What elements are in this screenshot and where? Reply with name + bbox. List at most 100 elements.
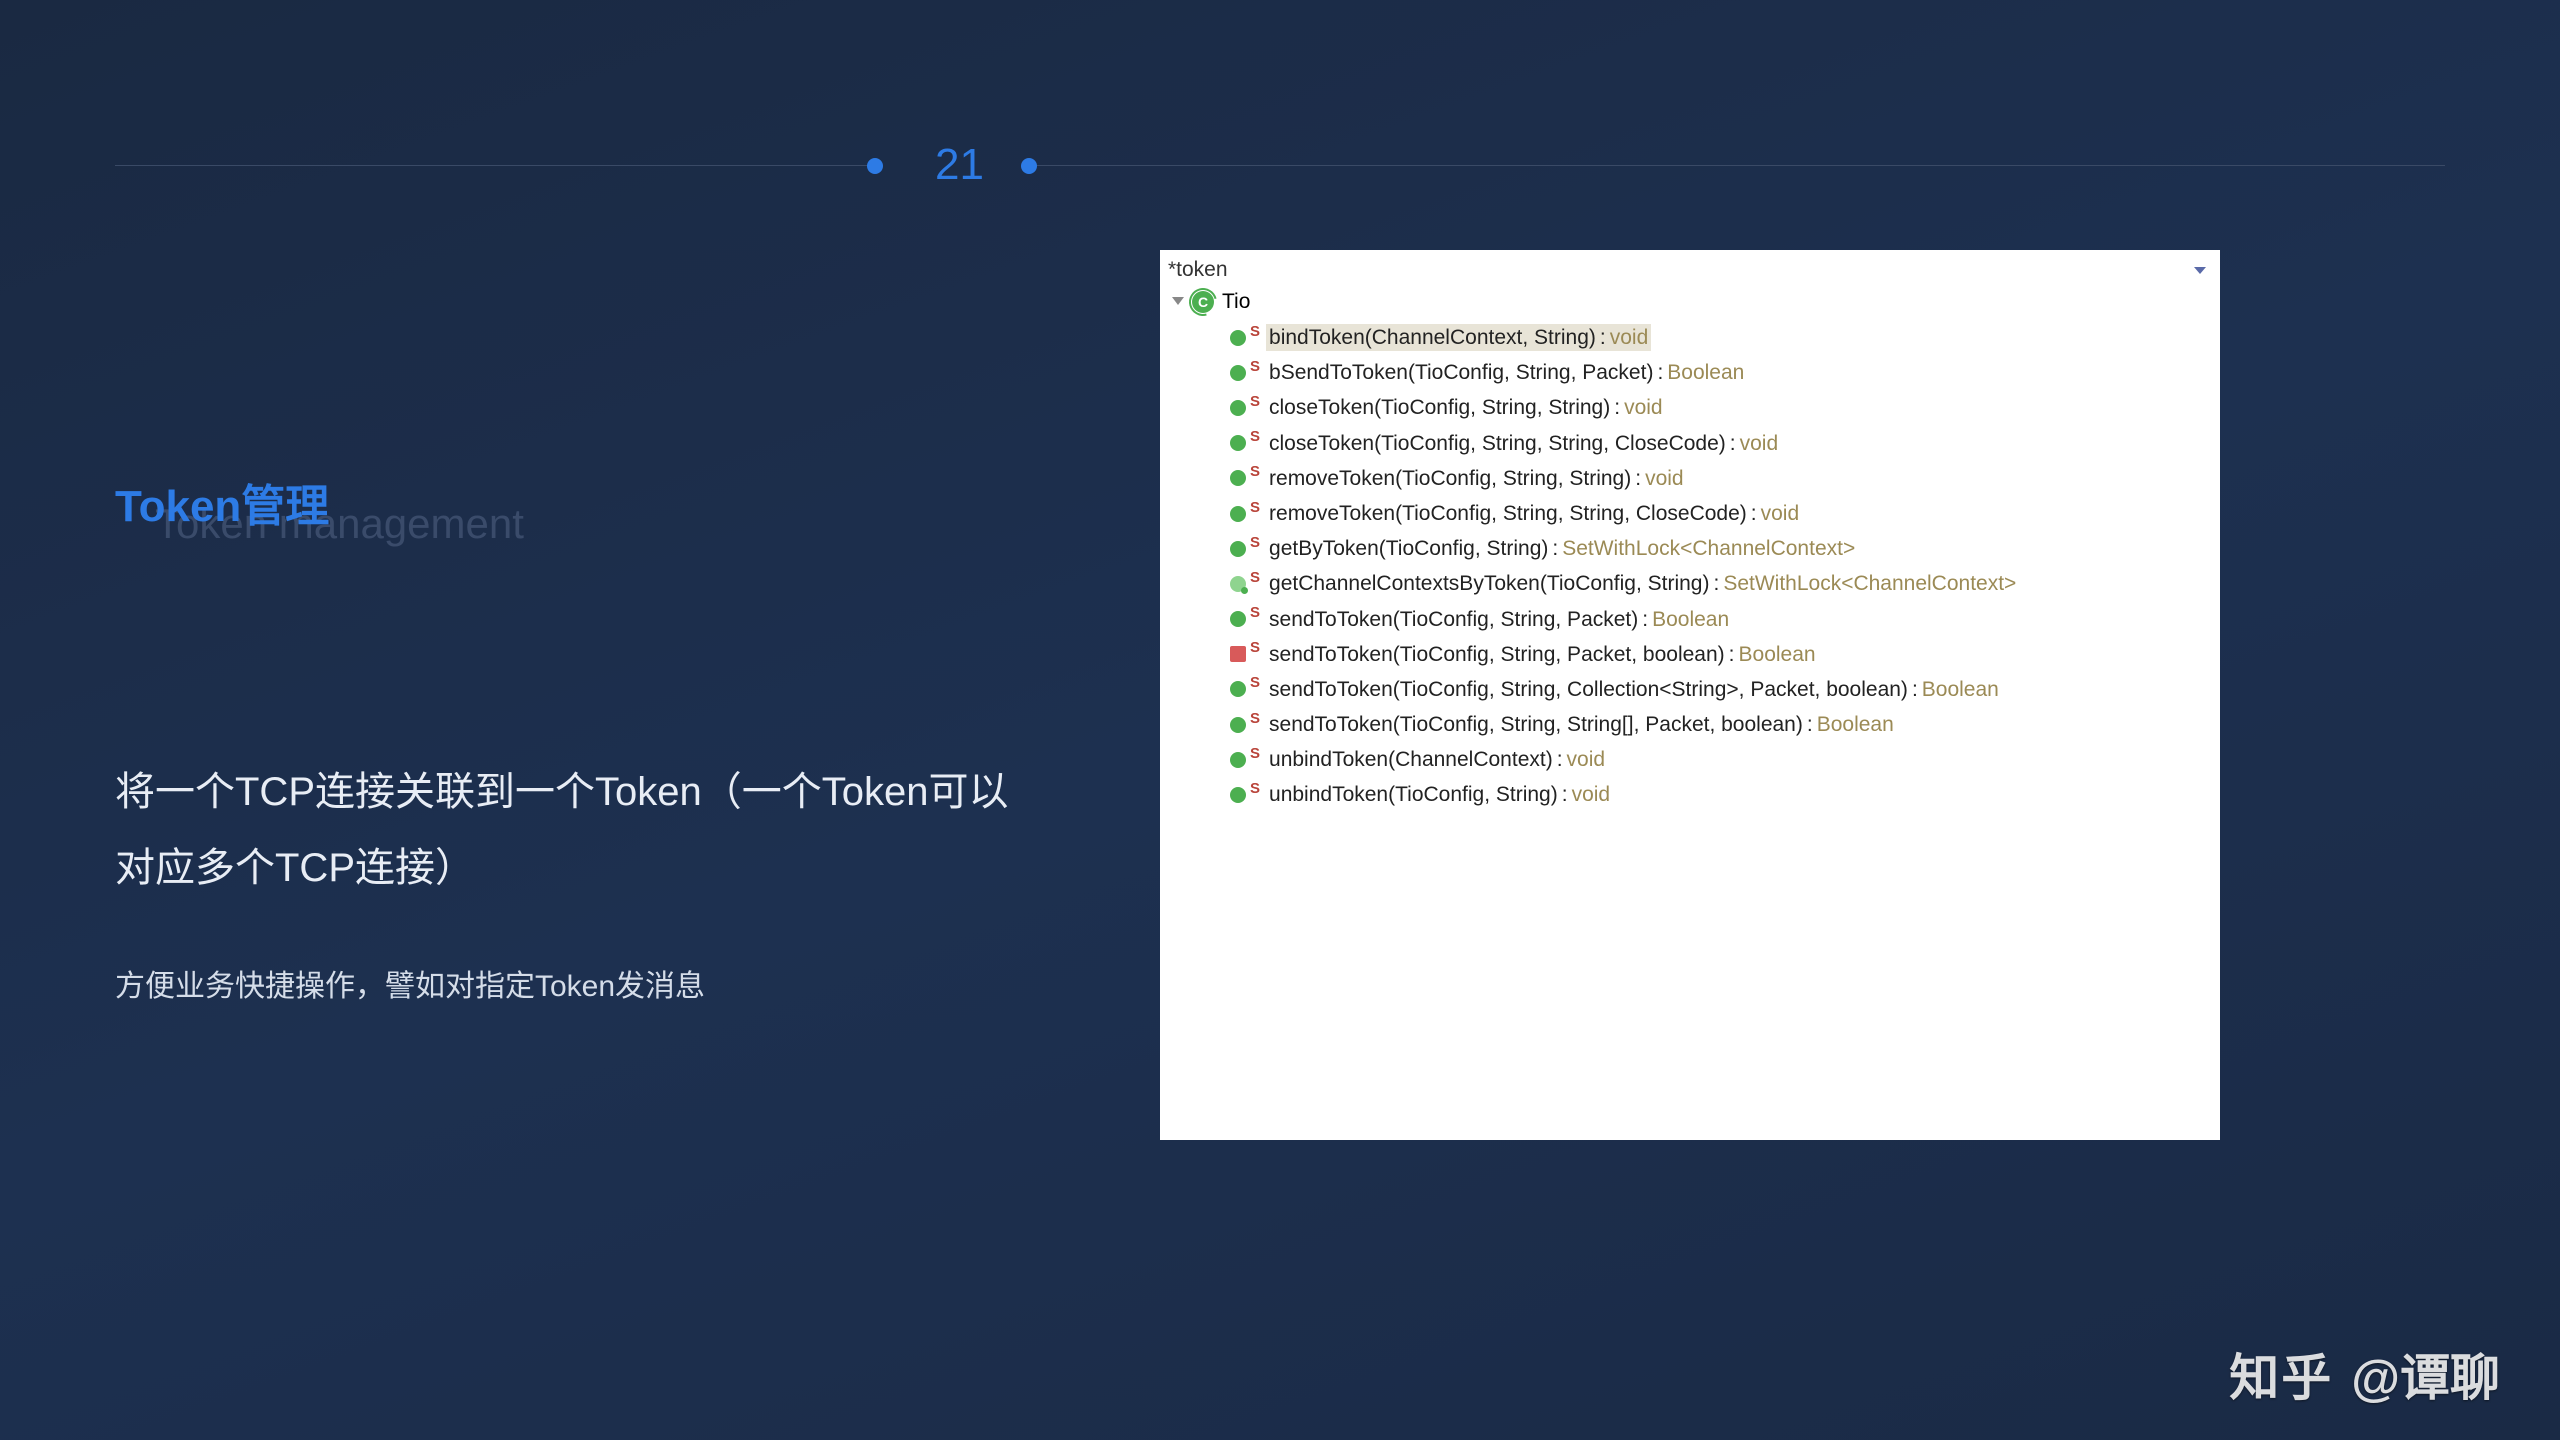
- static-marker-icon: S: [1250, 604, 1260, 622]
- title-main: Token管理: [115, 470, 1015, 534]
- description-primary: 将一个TCP连接关联到一个Token（一个Token可以对应多个TCP连接）: [115, 754, 1015, 906]
- method-row[interactable]: SunbindToken(ChannelContext):void: [1230, 742, 2220, 777]
- method-public-icon: [1230, 576, 1246, 592]
- method-signature: unbindToken(TioConfig, String): [1269, 783, 1558, 806]
- ide-filter-input[interactable]: *token: [1168, 258, 2194, 282]
- method-public-icon: [1230, 787, 1246, 803]
- method-public-icon: [1230, 611, 1246, 627]
- method-signature-wrap: bSendToToken(TioConfig, String, Packet):…: [1266, 359, 1747, 386]
- method-signature-wrap: sendToToken(TioConfig, String, Packet, b…: [1266, 641, 1819, 668]
- method-row[interactable]: ScloseToken(TioConfig, String, String):v…: [1230, 390, 2220, 425]
- return-type: void: [1572, 783, 1611, 806]
- return-separator: :: [1653, 361, 1667, 384]
- method-public-icon: [1230, 330, 1246, 346]
- method-public-icon: [1230, 435, 1246, 451]
- method-row[interactable]: SremoveToken(TioConfig, String, String):…: [1230, 461, 2220, 496]
- method-public-icon: [1230, 717, 1246, 733]
- method-public-icon: [1230, 681, 1246, 697]
- return-separator: :: [1908, 678, 1922, 701]
- watermark: 知乎 @谭聊: [2229, 1338, 2500, 1410]
- method-signature-wrap: sendToToken(TioConfig, String, String[],…: [1266, 711, 1897, 738]
- method-signature: closeToken(TioConfig, String, String, Cl…: [1269, 432, 1726, 455]
- return-type: SetWithLock<ChannelContext>: [1562, 537, 1855, 560]
- static-marker-icon: S: [1250, 428, 1260, 446]
- method-public-icon: [1230, 365, 1246, 381]
- method-signature: closeToken(TioConfig, String, String): [1269, 396, 1610, 419]
- method-signature-wrap: removeToken(TioConfig, String, String):v…: [1266, 465, 1687, 492]
- method-list: SbindToken(ChannelContext, String):voidS…: [1160, 320, 2220, 813]
- return-type: Boolean: [1817, 713, 1894, 736]
- title-block: Token management Token管理: [115, 470, 1015, 534]
- static-marker-icon: S: [1250, 780, 1260, 798]
- method-signature: unbindToken(ChannelContext): [1269, 748, 1553, 771]
- return-separator: :: [1725, 643, 1739, 666]
- method-row[interactable]: SsendToToken(TioConfig, String, String[]…: [1230, 707, 2220, 742]
- method-signature-wrap: getChannelContextsByToken(TioConfig, Str…: [1266, 570, 2019, 597]
- return-separator: :: [1747, 502, 1761, 525]
- return-type: void: [1645, 467, 1684, 490]
- method-signature: sendToToken(TioConfig, String, Collectio…: [1269, 678, 1908, 701]
- return-separator: :: [1558, 783, 1572, 806]
- method-signature: sendToToken(TioConfig, String, String[],…: [1269, 713, 1803, 736]
- static-marker-icon: S: [1250, 569, 1260, 587]
- return-separator: :: [1631, 467, 1645, 490]
- divider-left: [115, 165, 875, 166]
- method-signature-wrap: bindToken(ChannelContext, String):void: [1266, 324, 1651, 351]
- method-signature: getByToken(TioConfig, String): [1269, 537, 1548, 560]
- return-type: void: [1624, 396, 1663, 419]
- static-marker-icon: S: [1250, 358, 1260, 376]
- method-row[interactable]: SremoveToken(TioConfig, String, String, …: [1230, 496, 2220, 531]
- static-marker-icon: S: [1250, 393, 1260, 411]
- method-signature: bindToken(ChannelContext, String): [1269, 326, 1596, 349]
- method-signature-wrap: unbindToken(ChannelContext):void: [1266, 746, 1608, 773]
- ide-filter-row[interactable]: *token: [1160, 256, 2220, 288]
- method-public-icon: [1230, 541, 1246, 557]
- return-separator: :: [1610, 396, 1624, 419]
- return-separator: :: [1803, 713, 1817, 736]
- method-row[interactable]: SbSendToToken(TioConfig, String, Packet)…: [1230, 355, 2220, 390]
- return-type: SetWithLock<ChannelContext>: [1723, 572, 2016, 595]
- return-type: void: [1740, 432, 1779, 455]
- method-signature: sendToToken(TioConfig, String, Packet): [1269, 608, 1638, 631]
- method-row[interactable]: SunbindToken(TioConfig, String):void: [1230, 777, 2220, 812]
- method-deprecated-icon: [1230, 646, 1246, 662]
- static-marker-icon: S: [1250, 534, 1260, 552]
- method-row[interactable]: SgetChannelContextsByToken(TioConfig, St…: [1230, 566, 2220, 601]
- return-type: Boolean: [1667, 361, 1744, 384]
- method-signature: removeToken(TioConfig, String, String): [1269, 467, 1631, 490]
- static-marker-icon: S: [1250, 674, 1260, 692]
- method-public-icon: [1230, 752, 1246, 768]
- static-marker-icon: S: [1250, 499, 1260, 517]
- divider-right: [1029, 165, 2445, 166]
- method-signature: getChannelContextsByToken(TioConfig, Str…: [1269, 572, 1709, 595]
- expand-chevron-icon[interactable]: [1172, 297, 1184, 305]
- dropdown-caret-icon[interactable]: [2194, 267, 2206, 274]
- return-separator: :: [1596, 326, 1610, 349]
- page-number: 21: [875, 140, 1029, 190]
- method-row[interactable]: SbindToken(ChannelContext, String):void: [1230, 320, 2220, 355]
- method-public-icon: [1230, 506, 1246, 522]
- page-divider: 21: [115, 140, 2445, 190]
- description-secondary: 方便业务快捷操作，譬如对指定Token发消息: [115, 961, 1015, 1005]
- return-separator: :: [1553, 748, 1567, 771]
- return-type: Boolean: [1652, 608, 1729, 631]
- method-signature: sendToToken(TioConfig, String, Packet, b…: [1269, 643, 1725, 666]
- return-type: Boolean: [1739, 643, 1816, 666]
- return-type: void: [1610, 326, 1649, 349]
- method-row[interactable]: SsendToToken(TioConfig, String, Packet, …: [1230, 637, 2220, 672]
- method-row[interactable]: ScloseToken(TioConfig, String, String, C…: [1230, 426, 2220, 461]
- method-row[interactable]: SgetByToken(TioConfig, String):SetWithLo…: [1230, 531, 2220, 566]
- return-type: void: [1567, 748, 1606, 771]
- static-marker-icon: S: [1250, 710, 1260, 728]
- left-text-column: Token management Token管理 将一个TCP连接关联到一个To…: [115, 470, 1015, 1005]
- return-separator: :: [1548, 537, 1562, 560]
- return-type: void: [1761, 502, 1800, 525]
- method-signature: bSendToToken(TioConfig, String, Packet): [1269, 361, 1653, 384]
- static-marker-icon: S: [1250, 463, 1260, 481]
- method-row[interactable]: SsendToToken(TioConfig, String, Packet):…: [1230, 602, 2220, 637]
- ide-class-row[interactable]: C Tio: [1160, 288, 2220, 320]
- method-signature-wrap: getByToken(TioConfig, String):SetWithLoc…: [1266, 535, 1858, 562]
- method-signature-wrap: removeToken(TioConfig, String, String, C…: [1266, 500, 1802, 527]
- class-name-label: Tio: [1222, 290, 1250, 314]
- method-row[interactable]: SsendToToken(TioConfig, String, Collecti…: [1230, 672, 2220, 707]
